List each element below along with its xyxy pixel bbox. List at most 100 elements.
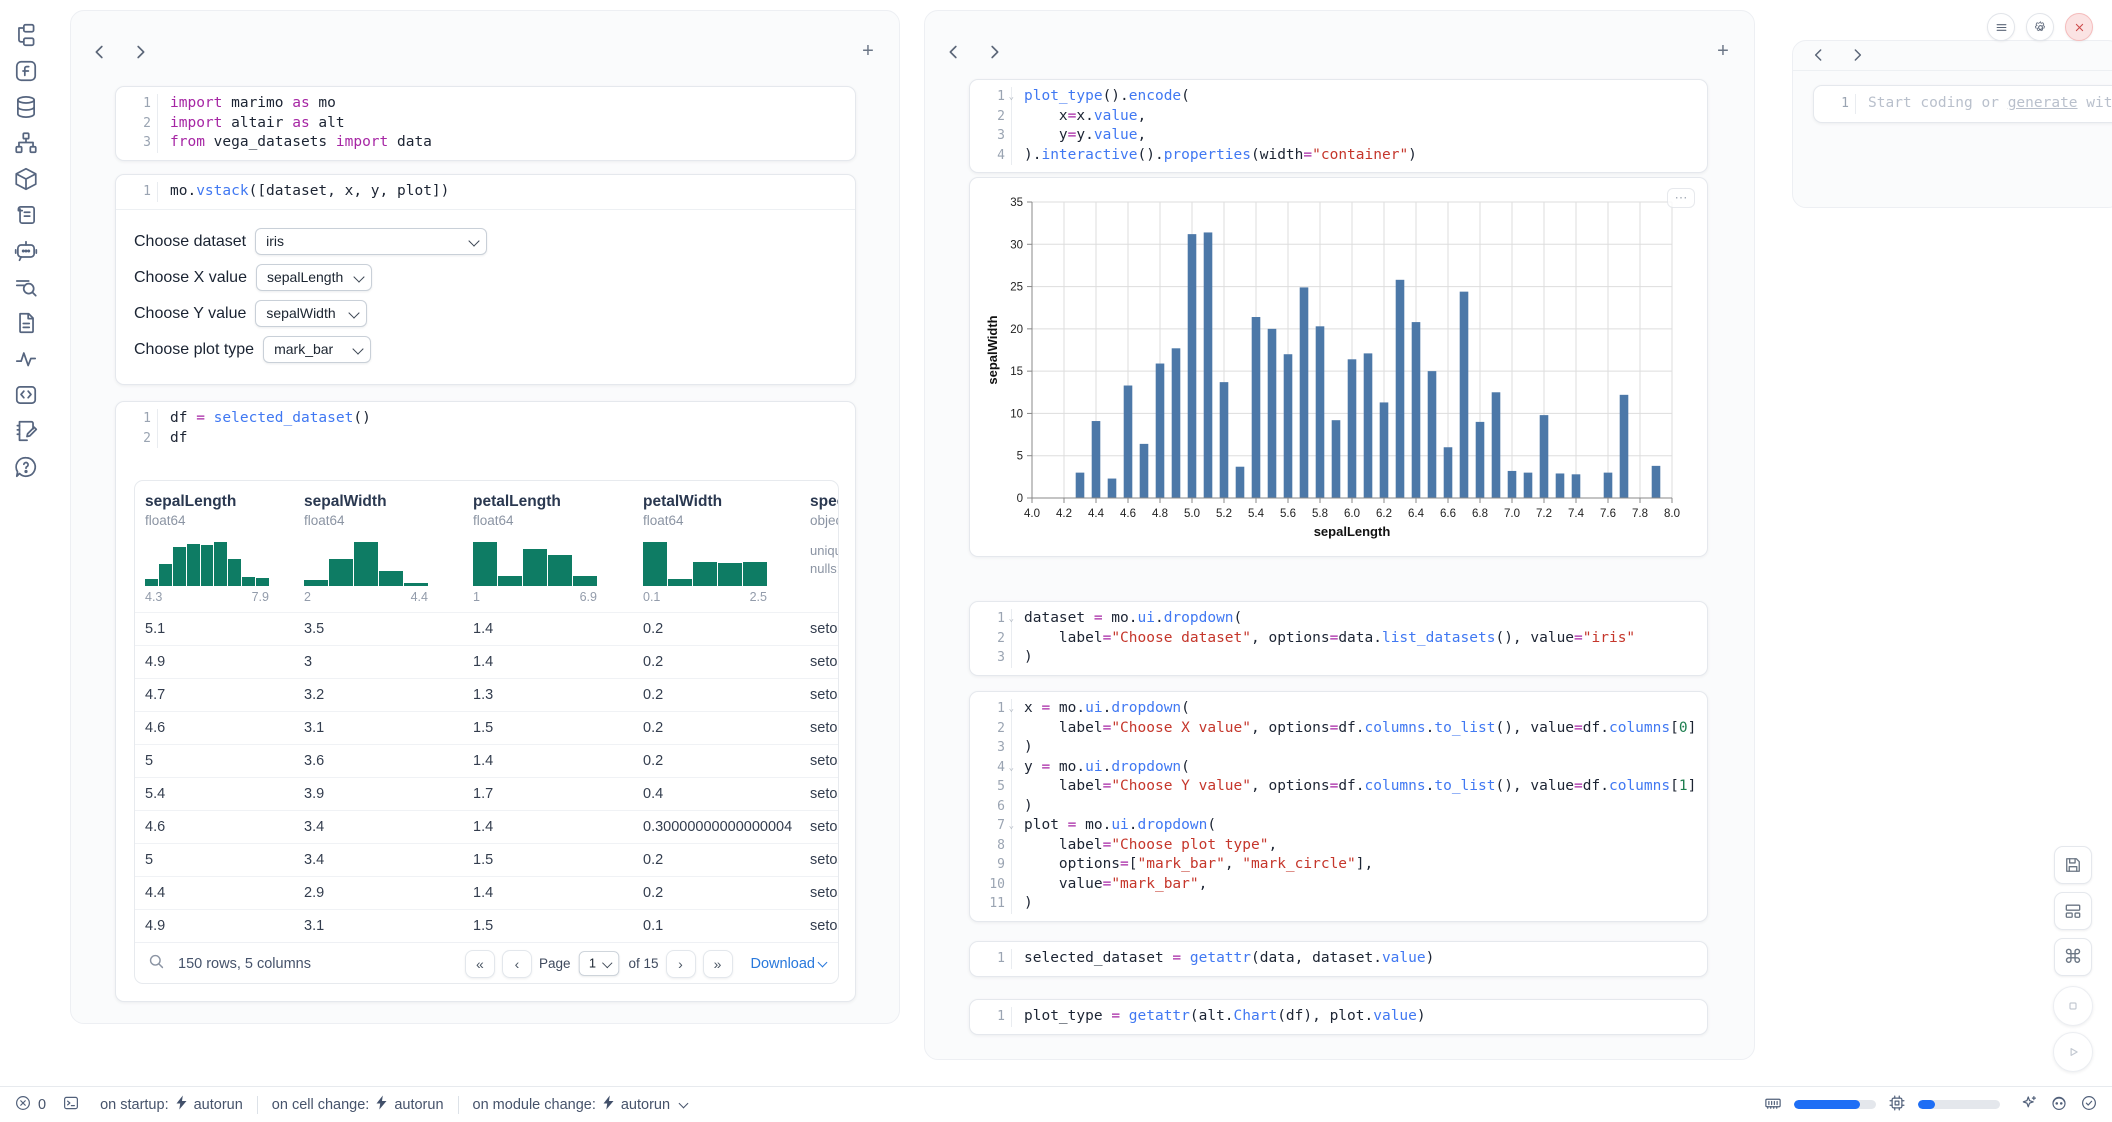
code-cell-selected-dataset[interactable]: 1selected_dataset = getattr(data, datase… bbox=[969, 941, 1708, 977]
column-header[interactable]: sepalWidthfloat6424.4 bbox=[294, 481, 463, 612]
code-cell-dataset-dropdown[interactable]: 1⌄dataset = mo.ui.dropdown(2 label="Choo… bbox=[969, 601, 1708, 676]
code-line[interactable]: 1⌄dataset = mo.ui.dropdown( bbox=[970, 609, 1707, 629]
settings-button[interactable] bbox=[2026, 13, 2054, 41]
column-histogram[interactable] bbox=[473, 540, 597, 586]
dependency-graph-icon[interactable] bbox=[13, 130, 39, 156]
scratchpad-icon[interactable] bbox=[13, 418, 39, 444]
table-row[interactable]: 4.63.41.40.30000000000000004setos bbox=[135, 810, 838, 843]
column-header[interactable]: petalWidthfloat640.12.5 bbox=[633, 481, 800, 612]
table-row[interactable]: 4.931.40.2setos bbox=[135, 645, 838, 678]
choose-plot-type-select[interactable]: mark_bar bbox=[263, 336, 371, 363]
code-cell-df[interactable]: 1df = selected_dataset()2df sepalLengthf… bbox=[115, 401, 856, 1002]
code-line[interactable]: 9 options=["mark_bar", "mark_circle"], bbox=[970, 855, 1707, 875]
save-button[interactable] bbox=[2054, 846, 2092, 884]
generate-link[interactable]: generate bbox=[2008, 95, 2078, 111]
chevron-right-icon[interactable] bbox=[983, 41, 1005, 63]
table-row[interactable]: 5.13.51.40.2setos bbox=[135, 612, 838, 645]
empty-code-cell[interactable]: 1 Start coding or generate with bbox=[1813, 85, 2112, 123]
close-button[interactable] bbox=[2065, 13, 2093, 41]
code-line[interactable]: 2 label="Choose X value", options=df.col… bbox=[970, 719, 1707, 739]
code-line[interactable]: 1⌄x = mo.ui.dropdown( bbox=[970, 699, 1707, 719]
code-line[interactable]: 3) bbox=[970, 648, 1707, 668]
chevron-left-icon[interactable] bbox=[1809, 45, 1829, 65]
status-check-button[interactable] bbox=[2080, 1094, 2098, 1116]
fold-chevron-icon[interactable]: ⌄ bbox=[1009, 88, 1014, 108]
fold-chevron-icon[interactable]: ⌄ bbox=[1009, 610, 1014, 630]
code-line[interactable]: 2 x=x.value, bbox=[970, 107, 1707, 127]
code-cell-imports[interactable]: 1import marimo as mo2import altair as al… bbox=[115, 86, 856, 161]
download-button[interactable]: Download bbox=[751, 956, 827, 972]
database-icon[interactable] bbox=[13, 94, 39, 120]
on-module-change-setting[interactable]: on module change: autorun bbox=[473, 1095, 688, 1114]
column-header[interactable]: petalLengthfloat6416.9 bbox=[463, 481, 633, 612]
search-icon[interactable] bbox=[147, 952, 166, 976]
assistant-bot-button[interactable] bbox=[2050, 1094, 2068, 1116]
code-line[interactable]: 10 value="mark_bar", bbox=[970, 875, 1707, 895]
document-icon[interactable] bbox=[13, 310, 39, 336]
bar-chart[interactable]: 4.04.24.44.64.85.05.25.45.65.86.06.26.46… bbox=[970, 178, 1707, 547]
code-line[interactable]: 3 y=y.value, bbox=[970, 126, 1707, 146]
layout-button[interactable] bbox=[2054, 892, 2092, 930]
function-icon[interactable] bbox=[13, 58, 39, 84]
first-page-button[interactable]: « bbox=[465, 950, 495, 978]
code-cell-plot-encode[interactable]: 1⌄plot_type().encode(2 x=x.value,3 y=y.v… bbox=[969, 79, 1708, 173]
column-header[interactable]: sepalLengthfloat644.37.9 bbox=[135, 481, 294, 612]
ai-sparkle-button[interactable] bbox=[2020, 1094, 2038, 1116]
package-icon[interactable] bbox=[13, 166, 39, 192]
table-row[interactable]: 53.41.50.2setos bbox=[135, 843, 838, 876]
menu-button[interactable] bbox=[1987, 13, 2015, 41]
code-line[interactable]: 2df bbox=[116, 429, 855, 449]
code-line[interactable]: 1mo.vstack([dataset, x, y, plot]) bbox=[116, 182, 855, 202]
table-row[interactable]: 4.73.21.30.2setos bbox=[135, 678, 838, 711]
code-line[interactable]: 2import altair as alt bbox=[116, 114, 855, 134]
table-row[interactable]: 4.63.11.50.2setos bbox=[135, 711, 838, 744]
script-icon[interactable] bbox=[13, 202, 39, 228]
choose-y-value-select[interactable]: sepalWidth bbox=[255, 300, 367, 327]
code-line[interactable]: 3from vega_datasets import data bbox=[116, 133, 855, 153]
terminal-button[interactable] bbox=[62, 1094, 80, 1116]
prev-page-button[interactable]: ‹ bbox=[502, 950, 532, 978]
code-line[interactable]: 3) bbox=[970, 738, 1707, 758]
stop-button[interactable] bbox=[2053, 986, 2093, 1026]
run-button[interactable] bbox=[2053, 1032, 2093, 1072]
table-row[interactable]: 5.43.91.70.4setos bbox=[135, 777, 838, 810]
chevron-left-icon[interactable] bbox=[89, 41, 111, 63]
chevron-left-icon[interactable] bbox=[943, 41, 965, 63]
code-line[interactable]: 1plot_type = getattr(alt.Chart(df), plot… bbox=[970, 1007, 1707, 1027]
code-cell-xy-dropdowns[interactable]: 1⌄x = mo.ui.dropdown(2 label="Choose X v… bbox=[969, 691, 1708, 922]
search-list-icon[interactable] bbox=[13, 274, 39, 300]
column-histogram[interactable] bbox=[304, 540, 428, 586]
choose-x-value-select[interactable]: sepalLength bbox=[256, 264, 372, 291]
code-line[interactable]: 1import marimo as mo bbox=[116, 94, 855, 114]
file-tree-icon[interactable] bbox=[13, 22, 39, 48]
on-cell-change-setting[interactable]: on cell change: autorun bbox=[272, 1095, 444, 1114]
chatbot-icon[interactable] bbox=[13, 238, 39, 264]
keyboard-shortcuts-button[interactable]: ⌘ bbox=[2054, 938, 2092, 976]
fold-chevron-icon[interactable]: ⌄ bbox=[1009, 700, 1014, 720]
add-cell-button[interactable]: + bbox=[1712, 41, 1734, 63]
code-line[interactable]: 1df = selected_dataset() bbox=[116, 409, 855, 429]
column-histogram[interactable] bbox=[145, 540, 269, 586]
code-line[interactable]: 8 label="Choose plot type", bbox=[970, 836, 1707, 856]
code-cell-plot-type[interactable]: 1plot_type = getattr(alt.Chart(df), plot… bbox=[969, 999, 1708, 1035]
code-line[interactable]: 1selected_dataset = getattr(data, datase… bbox=[970, 949, 1707, 969]
chevron-right-icon[interactable] bbox=[1847, 45, 1867, 65]
column-header[interactable]: speciobjecuniqunulls: bbox=[800, 481, 838, 612]
code-line[interactable]: 4⌄y = mo.ui.dropdown( bbox=[970, 758, 1707, 778]
help-icon[interactable] bbox=[13, 454, 39, 480]
code-line[interactable]: 5 label="Choose Y value", options=df.col… bbox=[970, 777, 1707, 797]
table-row[interactable]: 4.93.11.50.1setos bbox=[135, 909, 838, 942]
error-indicator[interactable]: 0 bbox=[14, 1094, 46, 1116]
chart-actions-button[interactable]: ⋯ bbox=[1667, 188, 1695, 208]
code-line[interactable]: 6) bbox=[970, 797, 1707, 817]
table-row[interactable]: 53.61.40.2setos bbox=[135, 744, 838, 777]
add-cell-button[interactable]: + bbox=[857, 41, 879, 63]
column-histogram[interactable] bbox=[643, 540, 767, 586]
table-row[interactable]: 4.42.91.40.2setos bbox=[135, 876, 838, 909]
code-line[interactable]: 2 label="Choose dataset", options=data.l… bbox=[970, 629, 1707, 649]
fold-chevron-icon[interactable]: ⌄ bbox=[1009, 817, 1014, 837]
page-select[interactable]: 1 bbox=[579, 951, 619, 976]
code-line[interactable]: 1⌄plot_type().encode( bbox=[970, 87, 1707, 107]
last-page-button[interactable]: » bbox=[703, 950, 733, 978]
code-line[interactable]: 11) bbox=[970, 894, 1707, 914]
